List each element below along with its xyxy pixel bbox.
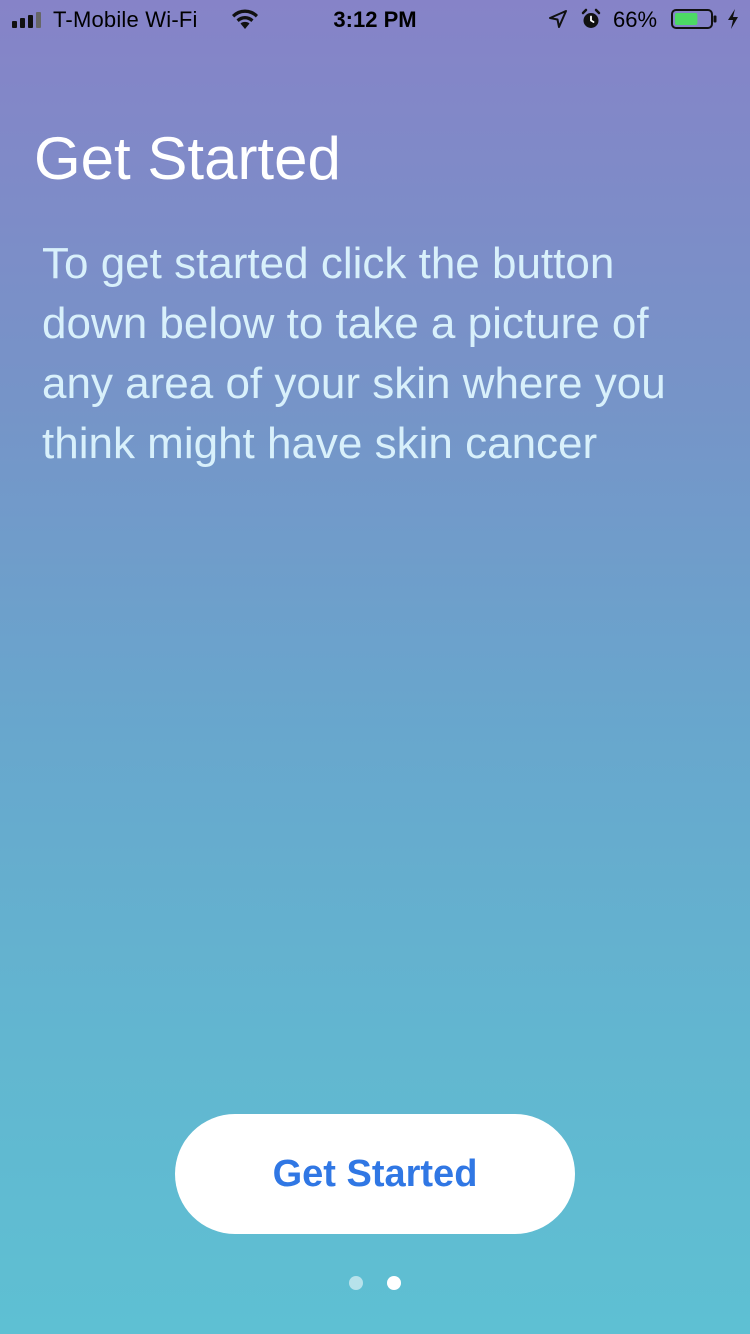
page-title: Get Started [34, 125, 341, 192]
status-bar: T-Mobile Wi-Fi 3:12 PM 66% [0, 0, 750, 40]
page-indicator[interactable] [0, 1276, 750, 1290]
charging-bolt-icon [728, 9, 738, 29]
alarm-icon [581, 8, 601, 28]
page-dot[interactable] [349, 1276, 363, 1290]
location-arrow-icon [549, 10, 567, 28]
battery-percent: 66% [613, 7, 658, 32]
battery-icon [671, 9, 717, 29]
page-dot[interactable] [387, 1276, 401, 1290]
onboarding-screen: T-Mobile Wi-Fi 3:12 PM 66% Get Started T… [0, 0, 750, 1334]
onboarding-description: To get started click the button down bel… [42, 239, 666, 468]
get-started-button[interactable]: Get Started [175, 1114, 575, 1234]
